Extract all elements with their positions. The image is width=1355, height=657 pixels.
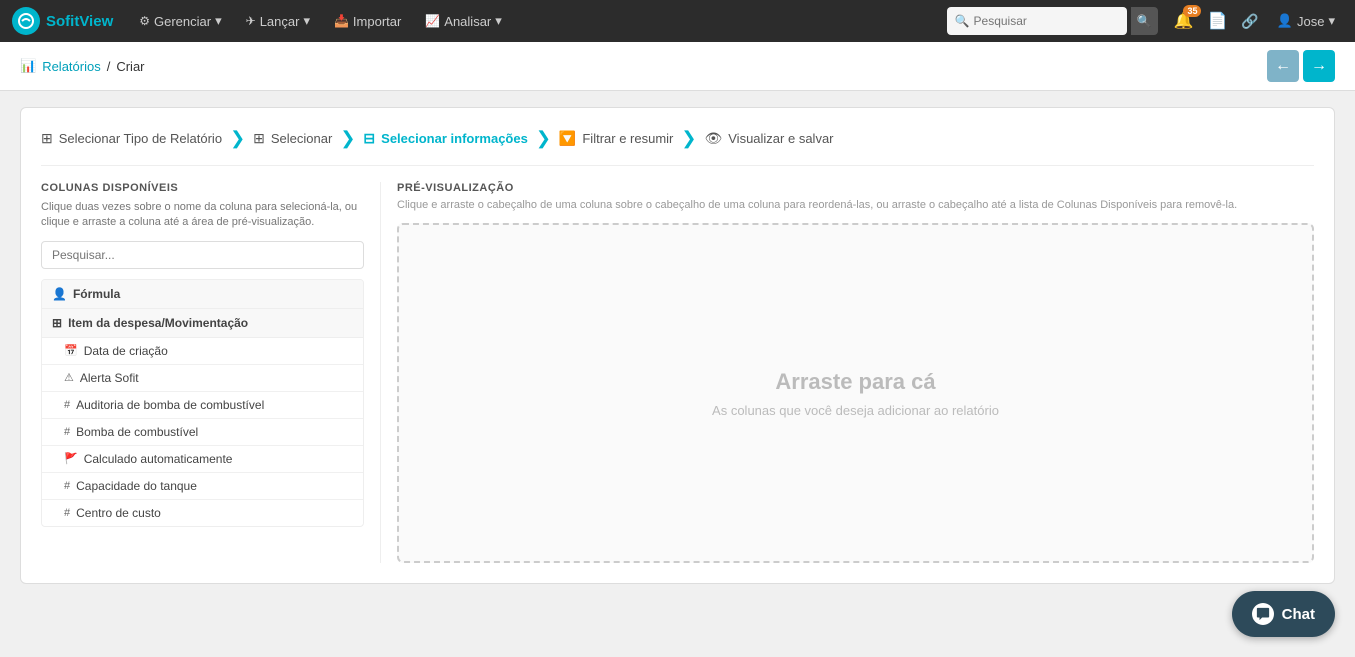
breadcrumb-bar: 📊 Relatórios / Criar ← → [0,42,1355,91]
search-icon: 🔍 [955,14,970,28]
right-panel: PRÉ-VISUALIZAÇÃO Clique e arraste o cabe… [381,182,1314,563]
step-arrow-3: ❯ [536,128,551,149]
breadcrumb-link[interactable]: Relatórios [42,59,101,74]
list-item[interactable]: # Auditoria de bomba de combustível [42,392,363,419]
chat-button[interactable]: Chat [1232,591,1335,637]
drop-sub-text: As colunas que você deseja adicionar ao … [712,403,999,418]
notifications-badge: 35 [1183,5,1201,17]
user-chevron-icon: ▾ [1328,13,1335,29]
nav-lancar[interactable]: ✈ Lançar ▾ [236,9,320,33]
search-input[interactable] [974,14,1114,28]
breadcrumb: 📊 Relatórios / Criar [20,58,145,74]
hash-icon: # [64,480,70,492]
documents-button[interactable]: 📄 [1203,7,1231,35]
wizard-step-3[interactable]: ⊟ Selecionar informações [363,130,527,147]
calendar-icon: 📅 [64,344,78,357]
chevron-down-icon: ▾ [215,13,222,29]
nav-arrow-buttons: ← → [1267,50,1335,82]
reports-icon: 📊 [20,58,36,74]
columns-layout: COLUNAS DISPONÍVEIS Clique duas vezes so… [41,182,1314,563]
list-item[interactable]: 🚩 Calculado automaticamente [42,446,363,473]
drop-main-text: Arraste para cá [775,369,935,395]
step4-icon: 🔽 [559,130,576,147]
preview-title: PRÉ-VISUALIZAÇÃO [397,182,1314,194]
column-search-wrap [41,241,364,269]
item-despesa-group-icon: ⊞ [52,316,62,330]
network-button[interactable]: 🔗 [1237,9,1262,34]
formula-group-icon: 👤 [52,287,67,301]
preview-desc: Clique e arraste o cabeçalho de uma colu… [397,198,1314,213]
hash-icon: # [64,426,70,438]
user-icon: 👤 [1277,13,1293,29]
chart-icon: 📈 [425,14,440,28]
chevron-down-icon: ▾ [495,13,502,29]
chevron-down-icon: ▾ [303,13,310,29]
list-item[interactable]: ⚠ Alerta Sofit [42,365,363,392]
list-item[interactable]: # Capacidade do tanque [42,473,363,500]
import-icon: 📥 [334,14,349,28]
group-item-despesa[interactable]: ⊞ Item da despesa/Movimentação [42,309,363,338]
group-formula[interactable]: 👤 Fórmula [42,280,363,309]
step3-icon: ⊟ [363,130,375,147]
step-arrow-4: ❯ [681,128,696,149]
nav-gerenciar[interactable]: ⚙ Gerenciar ▾ [129,9,231,33]
flag-icon: 🚩 [64,452,78,465]
left-panel-title: COLUNAS DISPONÍVEIS [41,182,364,194]
hash-icon: # [64,399,70,411]
user-menu-button[interactable]: 👤 Jose ▾ [1269,9,1343,33]
gear-icon: ⚙ [139,14,150,28]
step5-icon: 👁 [704,130,722,147]
list-item[interactable]: 📅 Data de criação [42,338,363,365]
back-button[interactable]: ← [1267,50,1299,82]
wizard-step-4[interactable]: 🔽 Filtrar e resumir [559,130,673,147]
launch-icon: ✈ [246,14,256,28]
preview-drop-area[interactable]: Arraste para cá As colunas que você dese… [397,223,1314,563]
logo-icon [12,7,40,35]
step2-icon: ⊞ [253,130,265,147]
app-logo[interactable]: SofitView [12,7,113,35]
nav-importar[interactable]: 📥 Importar [324,10,411,33]
breadcrumb-current: Criar [116,59,144,74]
forward-button[interactable]: → [1303,50,1335,82]
main-content: ⊞ Selecionar Tipo de Relatório ❯ ⊞ Selec… [0,91,1355,600]
column-search-input[interactable] [41,241,364,269]
chat-label: Chat [1282,606,1315,623]
wizard-step-5[interactable]: 👁 Visualizar e salvar [704,130,833,147]
hash-icon: # [64,507,70,519]
search-button[interactable]: 🔍 [1131,7,1158,35]
search-container: 🔍 [947,7,1127,35]
step-arrow-2: ❯ [340,128,355,149]
breadcrumb-separator: / [107,59,111,74]
left-panel-desc: Clique duas vezes sobre o nome da coluna… [41,200,364,231]
chat-bubble-icon [1252,603,1274,625]
step1-icon: ⊞ [41,130,53,147]
wizard-card: ⊞ Selecionar Tipo de Relatório ❯ ⊞ Selec… [20,107,1335,584]
wizard-step-1[interactable]: ⊞ Selecionar Tipo de Relatório [41,130,222,147]
top-navigation: SofitView ⚙ Gerenciar ▾ ✈ Lançar ▾ 📥 Imp… [0,0,1355,42]
list-item[interactable]: # Bomba de combustível [42,419,363,446]
wizard-step-2[interactable]: ⊞ Selecionar [253,130,332,147]
nav-analisar[interactable]: 📈 Analisar ▾ [415,9,511,33]
column-list: 👤 Fórmula ⊞ Item da despesa/Movimentação… [41,279,364,527]
header-right-icons: 🔔 35 📄 🔗 👤 Jose ▾ [1170,7,1343,35]
wizard-steps: ⊞ Selecionar Tipo de Relatório ❯ ⊞ Selec… [41,128,1314,166]
warning-icon: ⚠ [64,371,74,384]
notifications-button[interactable]: 🔔 35 [1170,7,1198,35]
logo-text: SofitView [46,13,113,30]
left-panel: COLUNAS DISPONÍVEIS Clique duas vezes so… [41,182,381,563]
step-arrow-1: ❯ [230,128,245,149]
list-item[interactable]: # Centro de custo [42,500,363,526]
